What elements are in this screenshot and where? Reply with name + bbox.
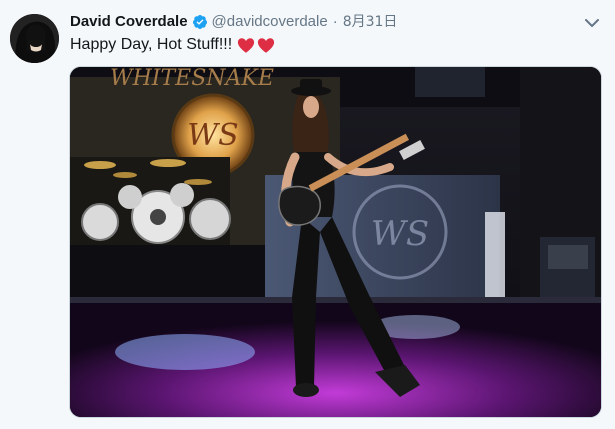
- chevron-down-icon: [585, 18, 599, 27]
- author-name[interactable]: David Coverdale: [70, 12, 188, 32]
- red-heart-icon: [238, 37, 255, 53]
- tweet-card[interactable]: David Coverdale @davidcoverdale · 8月31日 …: [0, 0, 615, 429]
- red-heart-icon: [258, 37, 275, 53]
- logo-text-right: WS: [371, 214, 429, 254]
- tweet-header: David Coverdale @davidcoverdale · 8月31日: [70, 12, 397, 32]
- banner-text: WHITESNAKE: [110, 67, 274, 91]
- author-handle[interactable]: @davidcoverdale: [212, 12, 328, 32]
- tweet-text: Happy Day, Hot Stuff!!!: [70, 34, 277, 56]
- tweet-media-photo[interactable]: WHITESNAKE WS WS: [69, 66, 602, 418]
- tweet-timestamp[interactable]: 8月31日: [343, 12, 398, 32]
- logo-text-left: WS: [187, 118, 238, 153]
- tweet-options-caret[interactable]: [583, 14, 601, 32]
- tweet-text-content: Happy Day, Hot Stuff!!!: [70, 36, 233, 53]
- emoji-group: [237, 37, 277, 54]
- concert-photo: WHITESNAKE WS WS: [70, 67, 601, 417]
- author-avatar[interactable]: [10, 14, 59, 63]
- verified-badge-icon: [192, 14, 208, 30]
- separator-dot: ·: [332, 13, 338, 30]
